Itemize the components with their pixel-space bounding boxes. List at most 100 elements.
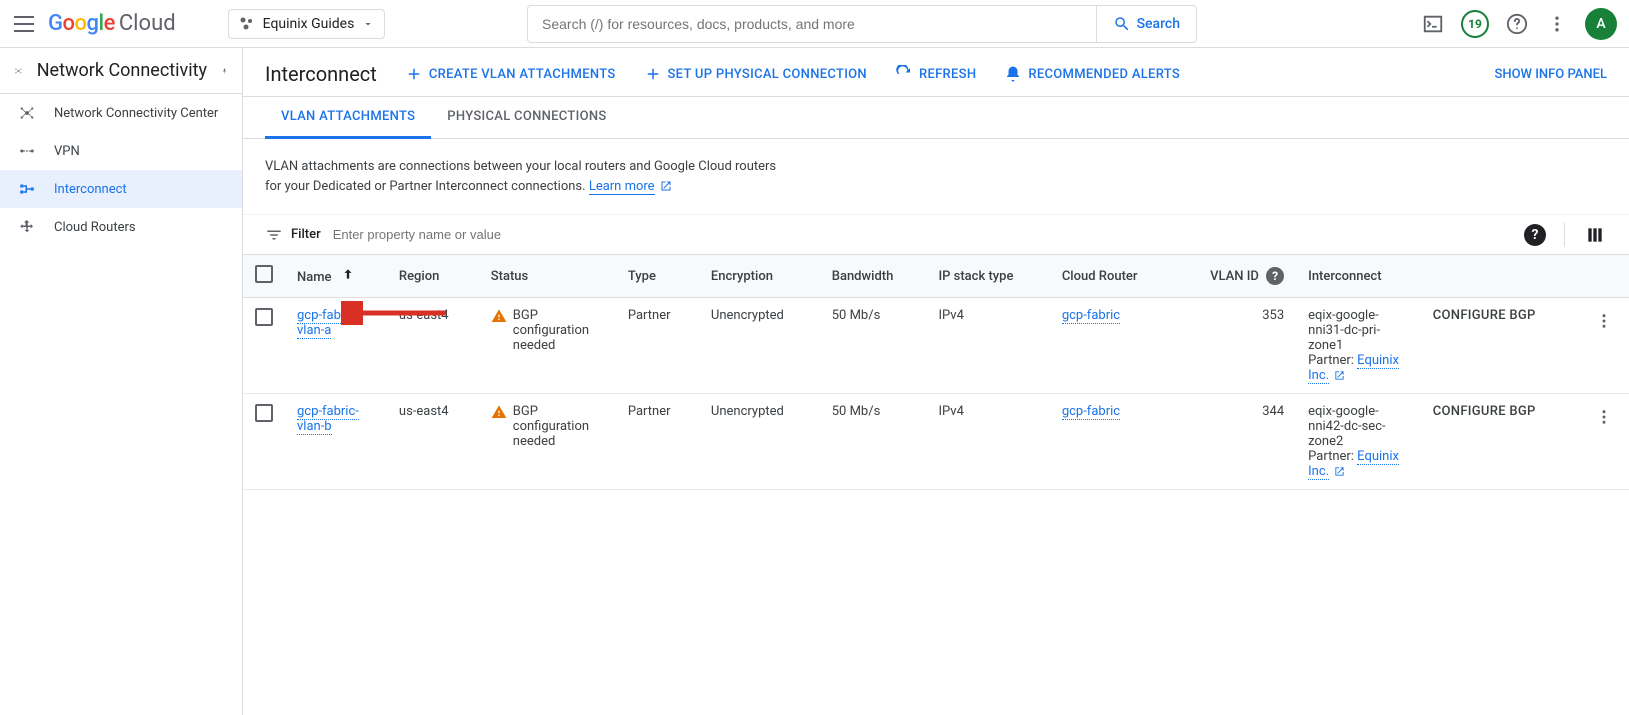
page-title: Interconnect	[265, 62, 377, 86]
create-vlan-button[interactable]: CREATE VLAN ATTACHMENTS	[405, 65, 616, 83]
filter-help-icon[interactable]: ?	[1524, 224, 1546, 246]
vlan-table: Name Region Status Type Encryption Bandw…	[243, 255, 1629, 490]
col-vlanid[interactable]: VLAN ID ?	[1174, 255, 1296, 298]
sidebar-item-label: VPN	[54, 144, 80, 159]
warning-icon	[491, 308, 507, 324]
account-avatar[interactable]: A	[1585, 8, 1617, 40]
column-selector-icon[interactable]	[1583, 223, 1607, 247]
external-link-icon	[1334, 466, 1345, 477]
sidebar-item-interconnect[interactable]: Interconnect	[0, 170, 242, 208]
cell-ipstack: IPv4	[926, 298, 1049, 394]
action-label: REFRESH	[919, 67, 976, 82]
cell-status: BGP configuration needed	[513, 404, 604, 449]
divider	[1564, 223, 1565, 247]
cell-vlanid: 353	[1174, 298, 1296, 394]
learn-more-link[interactable]: Learn more	[589, 179, 655, 195]
sort-asc-icon	[341, 267, 355, 281]
vlan-name-link[interactable]: gcp-fabric-vlan-a	[297, 308, 359, 339]
select-all-checkbox[interactable]	[255, 265, 273, 283]
cell-encryption: Unencrypted	[699, 394, 820, 490]
search-button-label: Search	[1137, 16, 1180, 32]
warning-icon	[491, 404, 507, 420]
cell-region: us-east4	[387, 298, 479, 394]
cloud-router-link[interactable]: gcp-fabric	[1062, 404, 1120, 420]
col-type[interactable]: Type	[616, 255, 699, 298]
cell-type: Partner	[616, 298, 699, 394]
col-ipstack[interactable]: IP stack type	[926, 255, 1049, 298]
sidebar-title: Network Connectivity	[37, 60, 207, 81]
show-info-panel-button[interactable]: SHOW INFO PANEL	[1494, 67, 1607, 82]
cloud-shell-icon[interactable]	[1421, 12, 1445, 36]
cell-interconnect-name: eqix-google-nni42-dc-sec-zone2	[1308, 404, 1409, 449]
caret-down-icon	[362, 18, 374, 30]
cell-region: us-east4	[387, 394, 479, 490]
configure-bgp-button[interactable]: CONFIGURE BGP	[1433, 404, 1536, 419]
search-icon	[1113, 15, 1131, 33]
action-label: SET UP PHYSICAL CONNECTION	[668, 67, 867, 82]
col-router[interactable]: Cloud Router	[1050, 255, 1174, 298]
project-icon	[239, 16, 255, 32]
search-button[interactable]: Search	[1096, 5, 1197, 43]
row-menu-icon[interactable]	[1591, 308, 1617, 338]
col-name[interactable]: Name	[285, 255, 387, 298]
search-bar: Search	[527, 5, 1197, 43]
logo-cloud-text: Cloud	[119, 11, 176, 36]
description-text: VLAN attachments are connections between…	[243, 139, 1003, 214]
vlanid-help-icon[interactable]: ?	[1266, 267, 1284, 285]
sidebar-item-vpn[interactable]: VPN	[0, 132, 242, 170]
col-region[interactable]: Region	[387, 255, 479, 298]
project-selector[interactable]: Equinix Guides	[228, 9, 386, 39]
vlan-name-link[interactable]: gcp-fabric-vlan-b	[297, 404, 359, 435]
cell-type: Partner	[616, 394, 699, 490]
tab-vlan-attachments[interactable]: VLAN ATTACHMENTS	[265, 97, 431, 139]
help-icon[interactable]	[1505, 12, 1529, 36]
action-label: RECOMMENDED ALERTS	[1028, 67, 1180, 82]
top-bar: Google Cloud Equinix Guides Search 19 A	[0, 0, 1629, 48]
sidebar-header: Network Connectivity	[0, 48, 242, 94]
menu-icon[interactable]	[12, 12, 36, 36]
cell-interconnect-name: eqix-google-nni31-dc-pri-zone1	[1308, 308, 1409, 353]
recommended-alerts-button[interactable]: RECOMMENDED ALERTS	[1004, 65, 1180, 83]
filter-icon	[265, 226, 283, 244]
pin-icon[interactable]	[221, 63, 228, 79]
action-label: CREATE VLAN ATTACHMENTS	[429, 67, 616, 82]
table-row: gcp-fabric-vlan-b us-east4 BGP configura…	[243, 394, 1629, 490]
search-input[interactable]	[527, 5, 1096, 43]
trial-days-badge[interactable]: 19	[1461, 10, 1489, 38]
col-interconnect[interactable]: Interconnect	[1296, 255, 1421, 298]
logo[interactable]: Google Cloud	[48, 11, 176, 36]
cell-status: BGP configuration needed	[513, 308, 604, 353]
sidebar-item-label: Cloud Routers	[54, 220, 136, 235]
sidebar-item-cloud-routers[interactable]: Cloud Routers	[0, 208, 242, 246]
more-icon[interactable]	[1545, 12, 1569, 36]
tabs: VLAN ATTACHMENTS PHYSICAL CONNECTIONS	[243, 97, 1629, 139]
col-encryption[interactable]: Encryption	[699, 255, 820, 298]
top-right-controls: 19 A	[1421, 8, 1617, 40]
row-checkbox[interactable]	[255, 404, 273, 422]
cell-vlanid: 344	[1174, 394, 1296, 490]
filter-input[interactable]	[321, 221, 1607, 248]
table-row: gcp-fabric-vlan-a us-east4 BGP configura…	[243, 298, 1629, 394]
cloud-router-link[interactable]: gcp-fabric	[1062, 308, 1120, 324]
main: Interconnect CREATE VLAN ATTACHMENTS SET…	[243, 48, 1629, 715]
col-status[interactable]: Status	[479, 255, 616, 298]
sidebar-item-label: Interconnect	[54, 182, 127, 197]
sidebar-item-ncc[interactable]: Network Connectivity Center	[0, 94, 242, 132]
sidebar: Network Connectivity Network Connectivit…	[0, 48, 243, 715]
setup-physical-button[interactable]: SET UP PHYSICAL CONNECTION	[644, 65, 867, 83]
tab-physical-connections[interactable]: PHYSICAL CONNECTIONS	[431, 97, 622, 138]
filter-label: Filter	[265, 226, 321, 244]
network-connectivity-icon	[14, 61, 23, 81]
sidebar-item-label: Network Connectivity Center	[54, 106, 218, 121]
configure-bgp-button[interactable]: CONFIGURE BGP	[1433, 308, 1536, 323]
row-menu-icon[interactable]	[1591, 404, 1617, 434]
row-checkbox[interactable]	[255, 308, 273, 326]
table-wrap: Name Region Status Type Encryption Bandw…	[243, 255, 1629, 715]
content: Network Connectivity Network Connectivit…	[0, 48, 1629, 715]
cell-bandwidth: 50 Mb/s	[820, 298, 927, 394]
filter-bar: Filter ?	[243, 214, 1629, 255]
external-link-icon	[1334, 370, 1345, 381]
external-link-icon	[660, 180, 672, 192]
col-bandwidth[interactable]: Bandwidth	[820, 255, 927, 298]
refresh-button[interactable]: REFRESH	[895, 65, 976, 83]
